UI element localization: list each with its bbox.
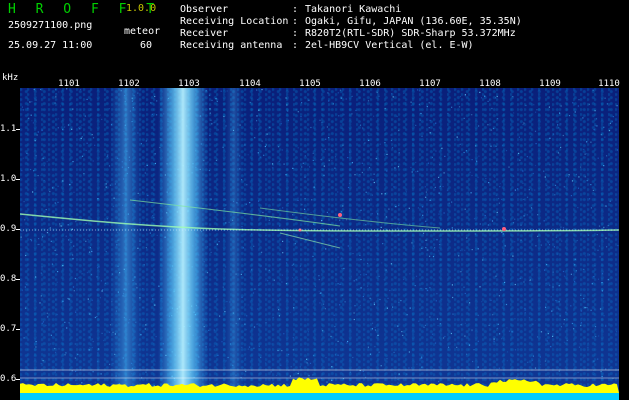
- receiver-label: Receiver: [180, 28, 229, 39]
- mode-label: meteor: [124, 26, 161, 37]
- location-colon: :: [292, 16, 299, 27]
- meteor-echo: [502, 227, 506, 231]
- timestamp: 25.09.27 11:00: [8, 40, 93, 51]
- receiver-colon: :: [292, 28, 299, 39]
- freq-label: 0.6: [0, 374, 17, 384]
- freq-label: 0.7: [0, 324, 17, 334]
- interference-band: [158, 88, 208, 400]
- meteor-echo: [338, 213, 342, 217]
- antenna-colon: :: [292, 40, 299, 51]
- observer-colon: :: [292, 4, 299, 15]
- freq-label: 0.8: [0, 274, 17, 284]
- freq-label: 1.1: [0, 124, 17, 134]
- spectrogram-graphic: [20, 88, 619, 400]
- freq-label: 1.0: [0, 174, 17, 184]
- app-version: 1.0.0: [126, 3, 157, 14]
- antenna-label: Receiving antenna: [180, 40, 283, 51]
- interference-band: [225, 88, 243, 400]
- frequency-axis: 1.1 1.0 0.9 0.8 0.7 0.6: [0, 88, 20, 400]
- bottom-band: [20, 393, 619, 400]
- header-panel: H R O F F T 1.0.0 2509271100.png meteor …: [0, 0, 629, 83]
- observer-label: Observer: [180, 4, 229, 15]
- meteor-count: 60: [140, 40, 153, 51]
- observer-value: Takanori Kawachi: [305, 4, 402, 15]
- antenna-value: 2el-HB9CV Vertical (el. E-W): [305, 40, 474, 51]
- location-label: Receiving Location: [180, 16, 289, 27]
- freq-label: 0.9: [0, 224, 17, 234]
- file-name: 2509271100.png: [8, 20, 93, 31]
- location-value: Ogaki, Gifu, JAPAN (136.60E, 35.35N): [305, 16, 522, 27]
- receiver-value: R820T2(RTL-SDR) SDR-Sharp 53.372MHz: [305, 28, 516, 39]
- interference-band: [110, 88, 142, 400]
- spectrogram: [20, 88, 619, 400]
- meteor-echo: [298, 228, 302, 232]
- noise-gradient: [20, 88, 619, 400]
